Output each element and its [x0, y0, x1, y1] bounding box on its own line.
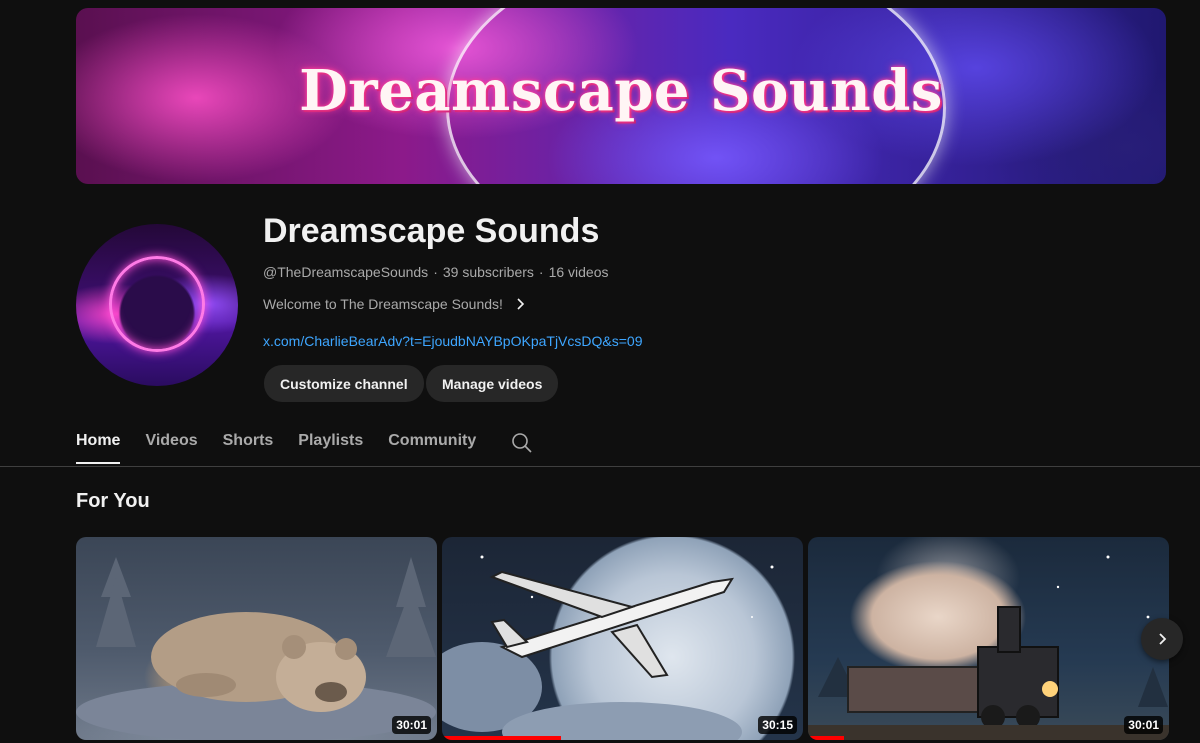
channel-tabs: Home Videos Shorts Playlists Community [76, 422, 533, 467]
subscriber-count: 39 subscribers [442, 264, 534, 280]
carousel-next-button[interactable] [1141, 618, 1183, 660]
channel-meta: @TheDreamscapeSounds · 39 subscribers · 16 v… [263, 264, 609, 280]
bear-illustration [76, 557, 436, 740]
watch-progress-bar [808, 736, 845, 740]
channel-page: Dreamscape Sounds Dreamscape Sounds @The… [0, 0, 1200, 743]
description-text: Welcome to The Dreamscape Sounds! [263, 296, 503, 312]
banner-title: Dreamscape Sounds [299, 58, 943, 124]
manage-videos-button[interactable]: Manage videos [426, 365, 559, 402]
meta-separator: · [433, 264, 438, 280]
tab-shorts[interactable]: Shorts [223, 422, 274, 464]
video-thumbnail[interactable]: 30:01 [76, 537, 437, 740]
video-thumbnail[interactable]: 30:15 [442, 537, 803, 740]
channel-handle: @TheDreamscapeSounds [263, 264, 429, 280]
channel-banner: Dreamscape Sounds [76, 8, 1166, 184]
train-illustration [808, 555, 1169, 740]
channel-avatar[interactable] [76, 224, 238, 386]
video-count: 16 videos [548, 264, 609, 280]
section-title: For You [76, 490, 150, 512]
avatar-glow-ring [109, 256, 205, 352]
search-icon [512, 433, 532, 453]
tab-videos[interactable]: Videos [145, 422, 197, 464]
video-thumbnail[interactable]: 30:01 [808, 537, 1169, 740]
customize-channel-button[interactable]: Customize channel [264, 365, 424, 402]
channel-description[interactable]: Welcome to The Dreamscape Sounds! [263, 296, 527, 312]
channel-external-link[interactable]: x.com/CharlieBearAdv?t=EjoudbNAYBpOKpaTj… [263, 333, 642, 349]
video-duration: 30:01 [1124, 716, 1163, 734]
airplane-illustration [442, 555, 774, 740]
video-duration: 30:01 [392, 716, 431, 734]
channel-search-button[interactable] [511, 422, 533, 459]
meta-separator: · [538, 264, 544, 280]
tab-community[interactable]: Community [388, 422, 476, 464]
tab-playlists[interactable]: Playlists [298, 422, 363, 464]
chevron-right-icon [517, 298, 525, 310]
tab-home[interactable]: Home [76, 422, 121, 464]
video-duration: 30:15 [758, 716, 797, 734]
chevron-right-icon [1159, 633, 1167, 645]
tabs-divider [0, 466, 1200, 467]
watch-progress-bar [442, 736, 562, 740]
channel-name: Dreamscape Sounds [263, 212, 600, 250]
